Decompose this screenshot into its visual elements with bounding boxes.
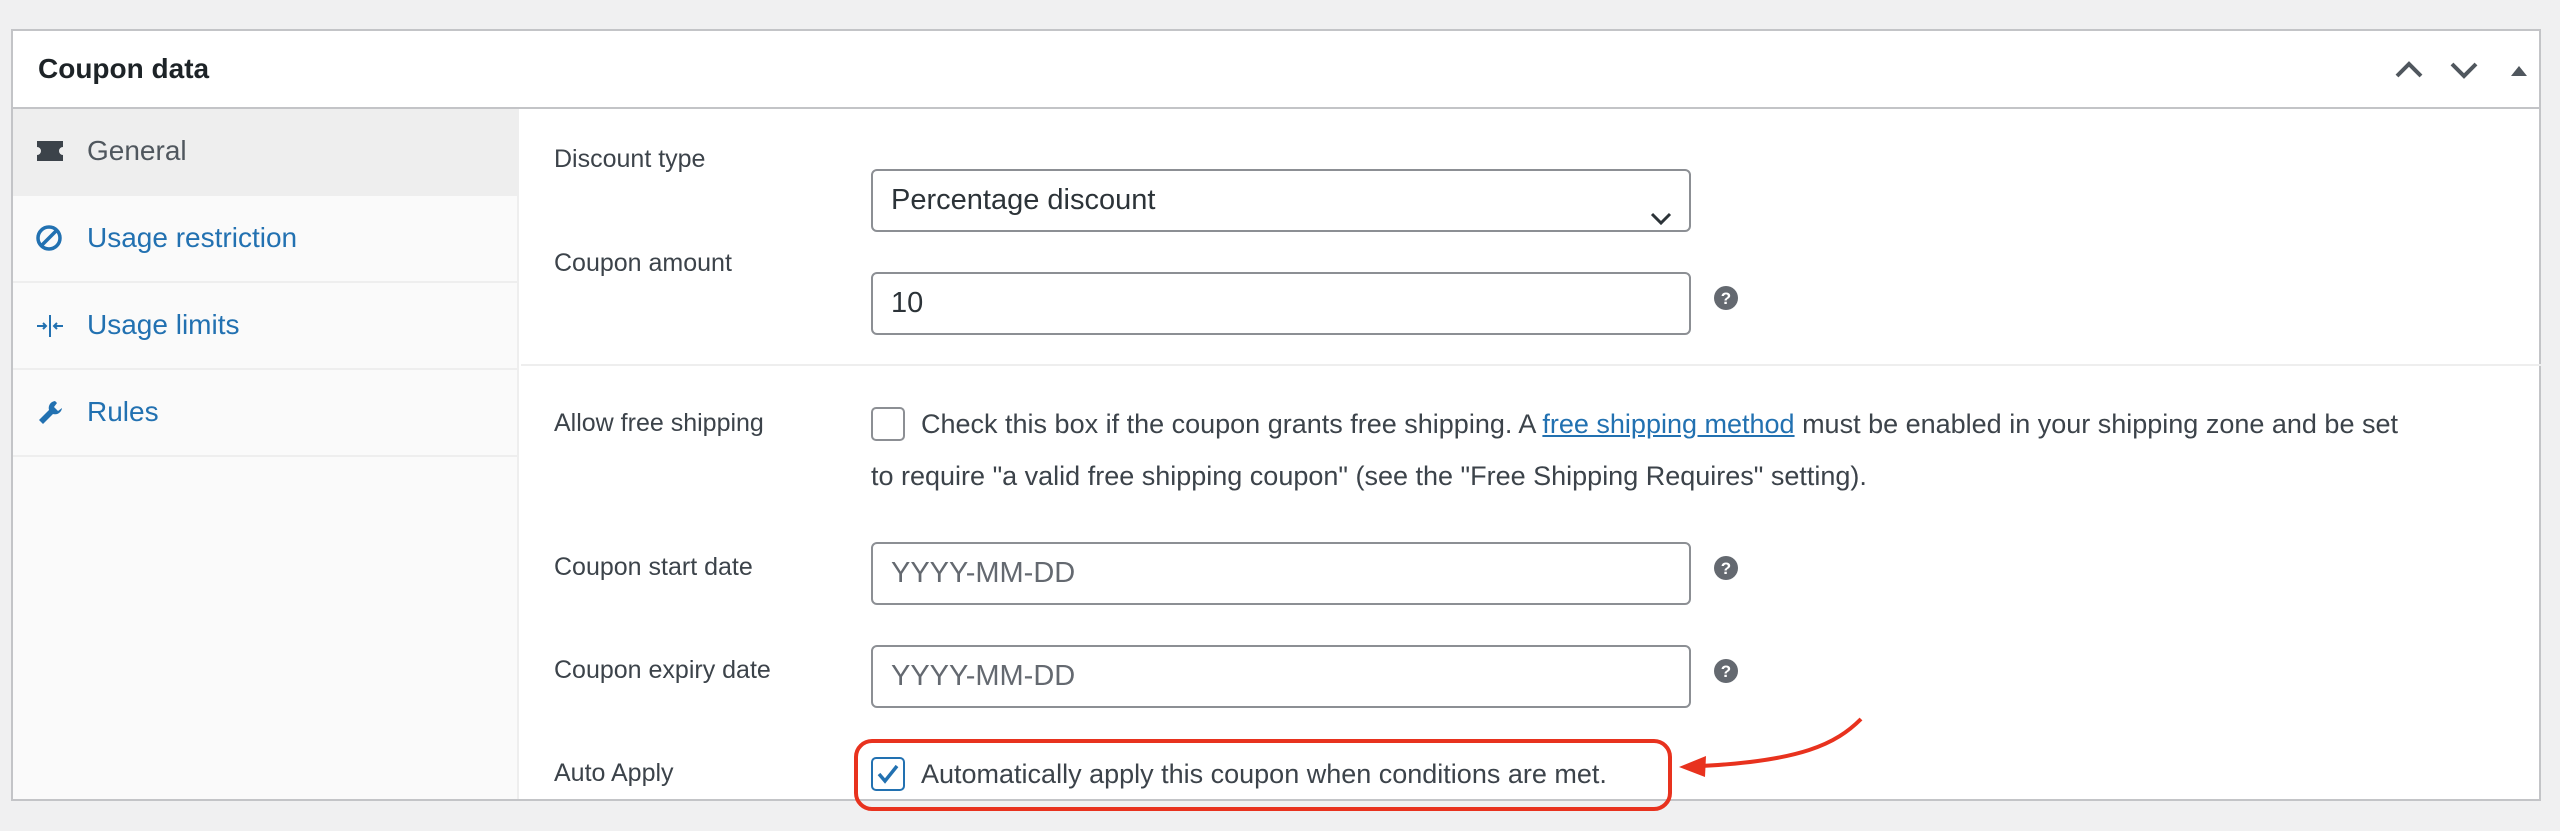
checkmark-icon: [873, 764, 903, 793]
tab-usage-limits-label: Usage limits: [87, 309, 240, 340]
free-shipping-text-after: must be enabled in your shipping zone an…: [1794, 409, 2398, 439]
discount-type-label: Discount type: [554, 145, 706, 173]
coupon-amount-input[interactable]: 10: [871, 272, 1691, 335]
toggle-panel-button[interactable]: [2499, 53, 2539, 87]
free-shipping-text-before: Check this box if the coupon grants free…: [921, 409, 1543, 439]
auto-apply-label: Auto Apply: [554, 759, 674, 787]
tab-general[interactable]: General: [13, 109, 517, 196]
help-icon[interactable]: ?: [1713, 658, 1739, 684]
chevron-down-icon: [2444, 53, 2484, 87]
help-icon[interactable]: ?: [1713, 285, 1739, 311]
auto-apply-description: Automatically apply this coupon when con…: [921, 759, 1607, 789]
free-shipping-checkbox[interactable]: [871, 407, 905, 441]
coupon-expiry-date-input[interactable]: YYYY-MM-DD: [871, 645, 1691, 708]
coupon-data-panel: Coupon data General Usage restriction Us…: [11, 29, 2541, 811]
section-divider: [521, 364, 2541, 366]
discount-type-value: Percentage discount: [891, 184, 1156, 216]
coupon-amount-label: Coupon amount: [554, 249, 732, 277]
coupon-start-date-label: Coupon start date: [554, 553, 753, 581]
tab-general-label: General: [87, 135, 187, 166]
auto-apply-checkbox[interactable]: [871, 757, 905, 791]
help-icon[interactable]: ?: [1713, 555, 1739, 581]
svg-text:?: ?: [1721, 662, 1731, 681]
no-entry-icon: [35, 224, 65, 254]
free-shipping-label: Allow free shipping: [554, 409, 764, 437]
svg-text:?: ?: [1721, 289, 1731, 308]
svg-text:?: ?: [1721, 559, 1731, 578]
chevron-down-icon: [1649, 191, 1673, 250]
discount-type-select[interactable]: Percentage discount: [871, 169, 1691, 232]
arrows-in-icon: [35, 311, 65, 341]
tab-usage-restriction-label: Usage restriction: [87, 222, 298, 253]
move-up-button[interactable]: [2389, 53, 2429, 87]
tab-usage-restriction[interactable]: Usage restriction: [13, 196, 517, 283]
free-shipping-description-line2: to require "a valid free shipping coupon…: [871, 461, 1867, 491]
panel-title: Coupon data: [38, 53, 210, 84]
move-down-button[interactable]: [2444, 53, 2484, 87]
tab-rules[interactable]: Rules: [13, 370, 517, 457]
coupon-expiry-date-label: Coupon expiry date: [554, 656, 771, 684]
ticket-icon: [35, 137, 65, 167]
tab-rules-label: Rules: [87, 396, 159, 427]
coupon-tabs-sidebar: General Usage restriction Usage limits R…: [13, 109, 519, 799]
free-shipping-method-link[interactable]: free shipping method: [1542, 409, 1794, 439]
general-options-panel: Discount type Percentage discount Coupon…: [521, 109, 2541, 811]
panel-header: Coupon data: [13, 31, 2539, 109]
free-shipping-description: Check this box if the coupon grants free…: [921, 398, 2541, 450]
tab-usage-limits[interactable]: Usage limits: [13, 283, 517, 370]
chevron-up-icon: [2389, 53, 2429, 87]
wrench-icon: [35, 398, 65, 428]
triangle-up-icon: [2499, 53, 2539, 87]
coupon-start-date-input[interactable]: YYYY-MM-DD: [871, 542, 1691, 605]
annotation-arrow-icon: [1679, 717, 1863, 777]
